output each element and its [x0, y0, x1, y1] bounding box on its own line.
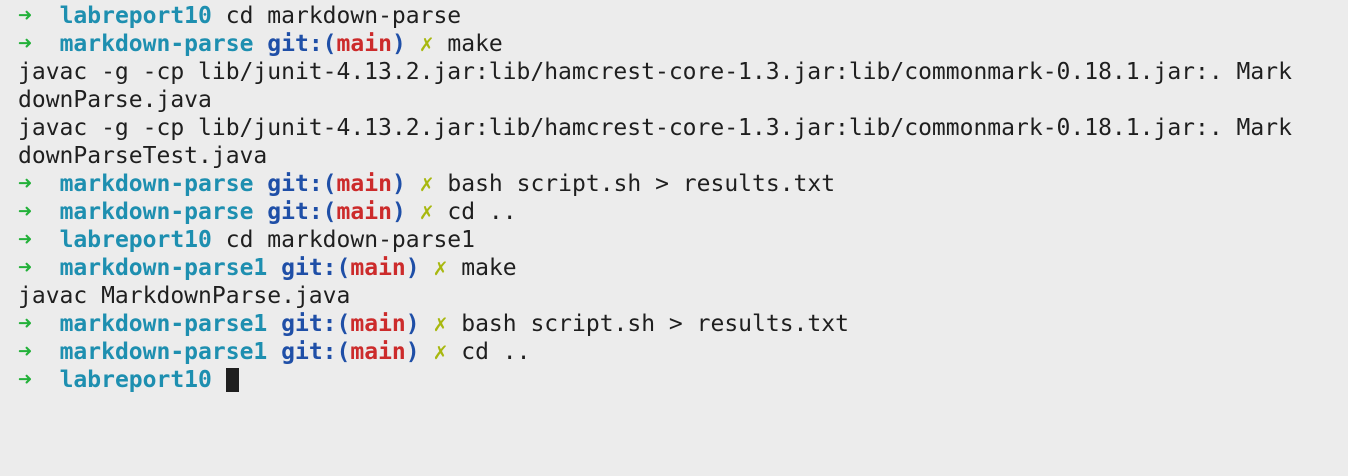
- output-line: javac -g -cp lib/junit-4.13.2.jar:lib/ha…: [18, 58, 1348, 86]
- prompt-arrow-icon: ➜: [18, 227, 32, 253]
- prompt-line: ➜ markdown-parse git:(main) ✗ make: [18, 30, 1348, 58]
- prompt-line: ➜ markdown-parse1 git:(main) ✗ bash scri…: [18, 310, 1348, 338]
- prompt-line: ➜ labreport10 cd markdown-parse: [18, 2, 1348, 30]
- prompt-line: ➜ markdown-parse1 git:(main) ✗ cd ..: [18, 338, 1348, 366]
- git-branch: main: [350, 311, 406, 337]
- git-label-close: ): [405, 311, 420, 337]
- prompt-directory: markdown-parse: [59, 171, 254, 197]
- prompt-directory: markdown-parse1: [59, 311, 268, 337]
- prompt-arrow-icon: ➜: [18, 31, 32, 57]
- git-branch: main: [336, 199, 392, 225]
- prompt-arrow-icon: ➜: [18, 3, 32, 29]
- git-label-close: ): [391, 199, 406, 225]
- command-text: cd markdown-parse: [225, 3, 462, 29]
- git-label: git:(: [281, 339, 351, 365]
- prompt-directory: markdown-parse: [59, 199, 254, 225]
- dirty-mark-icon: ✗: [419, 31, 434, 57]
- prompt-line: ➜ labreport10 cd markdown-parse1: [18, 226, 1348, 254]
- output-text: javac -g -cp lib/junit-4.13.2.jar:lib/ha…: [18, 59, 1292, 85]
- git-branch: main: [350, 255, 406, 281]
- git-branch: main: [350, 339, 406, 365]
- git-label: git:(: [281, 255, 351, 281]
- command-text: cd ..: [461, 339, 531, 365]
- git-label-close: ): [405, 339, 420, 365]
- dirty-mark-icon: ✗: [419, 199, 434, 225]
- git-branch: main: [336, 31, 392, 57]
- prompt-arrow-icon: ➜: [18, 199, 32, 225]
- prompt-directory: labreport10: [59, 3, 212, 29]
- git-label: git:(: [281, 311, 351, 337]
- prompt-directory: markdown-parse: [59, 31, 254, 57]
- output-text: javac -g -cp lib/junit-4.13.2.jar:lib/ha…: [18, 115, 1292, 141]
- prompt-directory: labreport10: [59, 367, 212, 393]
- prompt-directory: labreport10: [59, 227, 212, 253]
- terminal-output: ➜ labreport10 cd markdown-parse ➜ markdow…: [18, 2, 1348, 394]
- terminal-window[interactable]: ➜ labreport10 cd markdown-parse ➜ markdow…: [0, 0, 1348, 476]
- output-line: javac MarkdownParse.java: [18, 282, 1348, 310]
- command-text: make: [461, 255, 517, 281]
- output-text: javac MarkdownParse.java: [18, 283, 351, 309]
- command-text: make: [447, 31, 503, 57]
- prompt-line: ➜ markdown-parse git:(main) ✗ cd ..: [18, 198, 1348, 226]
- git-branch: main: [336, 171, 392, 197]
- git-label-close: ): [391, 171, 406, 197]
- output-line: javac -g -cp lib/junit-4.13.2.jar:lib/ha…: [18, 114, 1348, 142]
- text-cursor[interactable]: [225, 368, 239, 392]
- dirty-mark-icon: ✗: [419, 171, 434, 197]
- command-text: bash script.sh > results.txt: [461, 311, 849, 337]
- prompt-arrow-icon: ➜: [18, 367, 32, 393]
- output-line: downParseTest.java: [18, 142, 1348, 170]
- prompt-arrow-icon: ➜: [18, 255, 32, 281]
- dirty-mark-icon: ✗: [433, 311, 448, 337]
- git-label-close: ): [405, 255, 420, 281]
- command-text: bash script.sh > results.txt: [447, 171, 836, 197]
- prompt-line: ➜ markdown-parse1 git:(main) ✗ make: [18, 254, 1348, 282]
- prompt-directory: markdown-parse1: [59, 339, 268, 365]
- command-text: cd ..: [447, 199, 517, 225]
- prompt-line: ➜ labreport10: [18, 366, 1348, 394]
- output-text: downParse.java: [18, 87, 212, 113]
- git-label: git:(: [267, 31, 337, 57]
- git-label: git:(: [267, 171, 337, 197]
- git-label-close: ): [391, 31, 406, 57]
- output-text: downParseTest.java: [18, 143, 268, 169]
- prompt-line: ➜ markdown-parse git:(main) ✗ bash scrip…: [18, 170, 1348, 198]
- prompt-arrow-icon: ➜: [18, 171, 32, 197]
- prompt-arrow-icon: ➜: [18, 311, 32, 337]
- prompt-arrow-icon: ➜: [18, 339, 32, 365]
- git-label: git:(: [267, 199, 337, 225]
- dirty-mark-icon: ✗: [433, 255, 448, 281]
- prompt-directory: markdown-parse1: [59, 255, 268, 281]
- dirty-mark-icon: ✗: [433, 339, 448, 365]
- output-line: downParse.java: [18, 86, 1348, 114]
- command-text: cd markdown-parse1: [225, 227, 475, 253]
